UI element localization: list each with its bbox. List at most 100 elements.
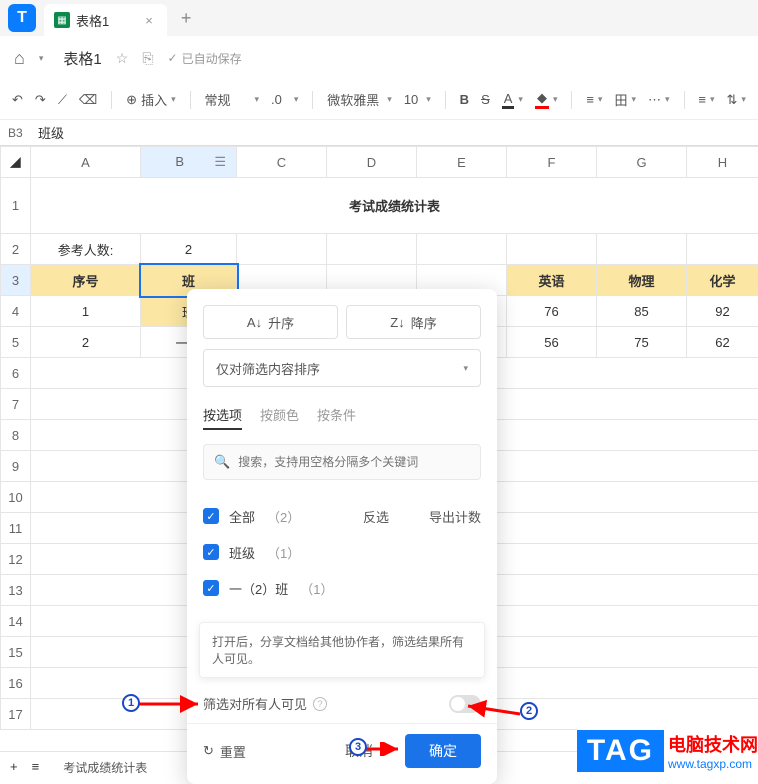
- document-tab[interactable]: ▦ 表格1 ×: [44, 4, 167, 36]
- checkbox-checked-icon[interactable]: ✓: [203, 580, 219, 596]
- tab-by-color[interactable]: 按颜色: [260, 405, 299, 430]
- filter-search[interactable]: 🔍: [203, 444, 481, 480]
- export-count-button[interactable]: 导出计数: [429, 507, 481, 526]
- cell[interactable]: 92: [687, 296, 758, 327]
- row-header[interactable]: 6: [1, 358, 31, 389]
- cell[interactable]: 85: [597, 296, 687, 327]
- cell[interactable]: 62: [687, 327, 758, 358]
- cell[interactable]: 2: [31, 327, 141, 358]
- col-header-d[interactable]: D: [327, 147, 417, 178]
- checkbox-checked-icon[interactable]: ✓: [203, 508, 219, 524]
- bold-button[interactable]: B: [460, 92, 469, 107]
- cell[interactable]: [507, 234, 597, 265]
- export-icon[interactable]: ⎘: [142, 50, 153, 67]
- sort-asc-button[interactable]: A↓ 升序: [203, 305, 338, 339]
- valign-button[interactable]: ≡▾: [698, 92, 714, 107]
- sort-scope-select[interactable]: 仅对筛选内容排序 ▾: [203, 349, 481, 387]
- reset-button[interactable]: ↻ 重置: [203, 742, 246, 761]
- cell-reference[interactable]: B3: [0, 126, 30, 140]
- cell[interactable]: 参考人数:: [31, 234, 141, 265]
- row-header[interactable]: 16: [1, 668, 31, 699]
- font-family-select[interactable]: 微软雅黑▾: [327, 90, 392, 109]
- cell[interactable]: 56: [507, 327, 597, 358]
- col-header-c[interactable]: C: [237, 147, 327, 178]
- checkbox-checked-icon[interactable]: ✓: [203, 544, 219, 560]
- font-color-button[interactable]: A▾: [502, 91, 523, 109]
- sheet-title-cell[interactable]: 考试成绩统计表: [31, 178, 758, 234]
- format-painter-button[interactable]: ⟋: [58, 92, 67, 108]
- sheet-tab[interactable]: 考试成绩统计表: [53, 753, 157, 780]
- col-header-a[interactable]: A: [31, 147, 141, 178]
- clear-format-button[interactable]: ⌫: [79, 92, 97, 108]
- star-icon[interactable]: ☆: [116, 50, 129, 67]
- filter-search-input[interactable]: [238, 455, 470, 469]
- row-header[interactable]: 9: [1, 451, 31, 482]
- row-header[interactable]: 8: [1, 420, 31, 451]
- cell[interactable]: [687, 234, 758, 265]
- fill-color-button[interactable]: ◆▾: [535, 90, 558, 109]
- row-header[interactable]: 14: [1, 606, 31, 637]
- home-icon[interactable]: ⌂: [14, 48, 25, 69]
- new-tab-button[interactable]: +: [181, 8, 192, 29]
- invert-selection-button[interactable]: 反选: [363, 507, 389, 526]
- col-header-b[interactable]: B☰: [141, 147, 237, 178]
- row-header[interactable]: 1: [1, 178, 31, 234]
- close-icon[interactable]: ×: [145, 13, 153, 28]
- cell[interactable]: [327, 234, 417, 265]
- row-header[interactable]: 17: [1, 699, 31, 730]
- align-button[interactable]: ≡▾: [586, 92, 602, 107]
- info-icon[interactable]: ?: [313, 697, 327, 711]
- th-seq[interactable]: 序号: [31, 265, 141, 296]
- strike-button[interactable]: S: [481, 92, 490, 107]
- visibility-toggle[interactable]: [449, 695, 481, 713]
- cell[interactable]: 76: [507, 296, 597, 327]
- add-sheet-button[interactable]: +: [10, 759, 18, 774]
- select-all-corner[interactable]: ◢: [1, 147, 31, 178]
- undo-button[interactable]: ↶: [12, 92, 23, 108]
- row-header[interactable]: 11: [1, 513, 31, 544]
- option-all[interactable]: ✓ 全部 （2） 反选 导出计数: [203, 498, 481, 534]
- document-title[interactable]: 表格1: [63, 48, 101, 69]
- cell[interactable]: [597, 234, 687, 265]
- confirm-button[interactable]: 确定: [405, 734, 481, 768]
- cell[interactable]: 1: [31, 296, 141, 327]
- row-header[interactable]: 12: [1, 544, 31, 575]
- border-button[interactable]: 田▾: [614, 90, 636, 109]
- th-chemistry[interactable]: 化学: [687, 265, 758, 296]
- cell[interactable]: [237, 234, 327, 265]
- sort-desc-button[interactable]: Z↓ 降序: [346, 305, 481, 339]
- option-item[interactable]: ✓ 班级 （1）: [203, 534, 481, 570]
- cell[interactable]: [417, 234, 507, 265]
- sheet-list-button[interactable]: ≡: [32, 759, 40, 774]
- cell[interactable]: 75: [597, 327, 687, 358]
- row-header[interactable]: 13: [1, 575, 31, 606]
- row-header[interactable]: 10: [1, 482, 31, 513]
- row-header[interactable]: 5: [1, 327, 31, 358]
- col-header-g[interactable]: G: [597, 147, 687, 178]
- row-header[interactable]: 7: [1, 389, 31, 420]
- row-header[interactable]: 2: [1, 234, 31, 265]
- tab-by-condition[interactable]: 按条件: [317, 405, 356, 430]
- col-header-e[interactable]: E: [417, 147, 507, 178]
- decrease-decimal-button[interactable]: .0: [271, 92, 282, 107]
- row-header[interactable]: 4: [1, 296, 31, 327]
- cell[interactable]: 2: [141, 234, 237, 265]
- number-format-select[interactable]: 常规▾: [204, 90, 259, 109]
- insert-button[interactable]: ⊕ 插入 ▾: [126, 90, 175, 109]
- tab-by-option[interactable]: 按选项: [203, 405, 242, 430]
- col-header-f[interactable]: F: [507, 147, 597, 178]
- wrap-button[interactable]: ⋯▾: [648, 92, 670, 108]
- col-header-h[interactable]: H: [687, 147, 758, 178]
- redo-button[interactable]: ↷: [35, 92, 46, 108]
- formula-bar[interactable]: 班级: [30, 123, 64, 142]
- th-english[interactable]: 英语: [507, 265, 597, 296]
- font-size-select[interactable]: 10▾: [404, 92, 431, 107]
- home-dropdown[interactable]: ▾: [39, 53, 44, 64]
- app-icon[interactable]: T: [8, 4, 36, 32]
- row-header[interactable]: 3: [1, 265, 31, 296]
- title-bar: ⌂ ▾ 表格1 ☆ ⎘ ✓ 已自动保存: [0, 36, 758, 80]
- more-button[interactable]: ⇅▾: [727, 92, 746, 108]
- row-header[interactable]: 15: [1, 637, 31, 668]
- th-physics[interactable]: 物理: [597, 265, 687, 296]
- option-item[interactable]: ✓ 一（2）班 （1）: [203, 570, 481, 606]
